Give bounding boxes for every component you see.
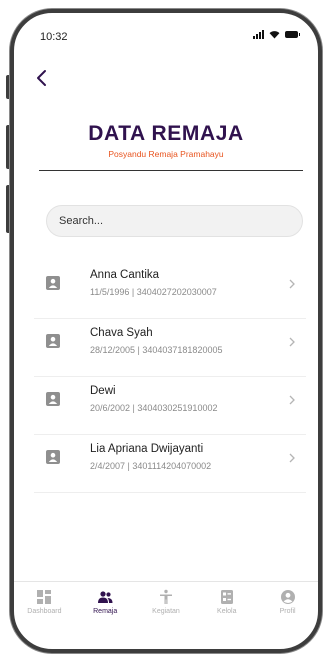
back-arrow-icon[interactable] (34, 68, 50, 88)
contact-card-icon (46, 334, 60, 348)
nav-item-profil[interactable]: Profil (257, 582, 318, 621)
remaja-name: Dewi (90, 385, 116, 397)
signal-icon (253, 30, 264, 39)
battery-icon (285, 31, 300, 38)
status-bar: 10:32 (14, 13, 318, 53)
profile-icon (280, 590, 295, 604)
list-item[interactable]: Lia Apriana Dwijayanti 2/4/2007 | 340111… (34, 435, 306, 493)
list-item[interactable]: Chava Syah 28/12/2005 | 3404037181820005 (34, 319, 306, 377)
person-activity-icon (159, 589, 172, 604)
nav-label: Remaja (93, 608, 118, 615)
wifi-icon (269, 31, 280, 39)
contact-card-icon (46, 276, 60, 290)
page-title: DATA REMAJA (88, 122, 244, 145)
title-divider (39, 170, 303, 171)
nav-item-kelola[interactable]: Kelola (196, 582, 257, 621)
remaja-meta: 20/6/2002 | 3404030251910002 (90, 403, 218, 413)
remaja-list: Anna Cantika 11/5/1996 | 340402720203000… (34, 261, 306, 493)
remaja-name: Anna Cantika (90, 269, 160, 281)
nav-label: Kelola (217, 608, 237, 615)
nav-item-remaja[interactable]: Remaja (75, 582, 136, 621)
remaja-name: Lia Apriana Dwijayanti (90, 443, 204, 455)
nav-label: Kegiatan (152, 608, 180, 615)
remaja-meta: 2/4/2007 | 3401114204070002 (90, 461, 212, 471)
contact-card-icon (46, 392, 60, 406)
chevron-right-icon (289, 453, 295, 463)
status-icons (253, 30, 300, 39)
dashboard-icon (37, 590, 52, 604)
remaja-meta: 11/5/1996 | 3404027202030007 (90, 287, 217, 297)
contact-card-icon (46, 450, 60, 464)
list-item[interactable]: Anna Cantika 11/5/1996 | 340402720203000… (34, 261, 306, 319)
search-input[interactable]: Search... (46, 205, 303, 237)
page-subtitle: Posyandu Remaja Pramahayu (108, 149, 224, 159)
chevron-right-icon (289, 395, 295, 405)
chevron-right-icon (289, 279, 295, 289)
list-item[interactable]: Dewi 20/6/2002 | 3404030251910002 (34, 377, 306, 435)
manage-icon (220, 590, 233, 604)
header: DATA REMAJA Posyandu Remaja Pramahayu (14, 121, 318, 159)
status-time: 10:32 (40, 31, 68, 43)
nav-item-kegiatan[interactable]: Kegiatan (136, 582, 197, 621)
nav-label: Profil (279, 608, 296, 615)
bottom-nav: Dashboard Remaja Kegiatan Kelola Profil (14, 581, 318, 621)
chevron-right-icon (289, 337, 295, 347)
remaja-meta: 28/12/2005 | 3404037181820005 (90, 345, 223, 355)
nav-item-dashboard[interactable]: Dashboard (14, 582, 75, 621)
nav-label: Dashboard (27, 608, 62, 615)
remaja-name: Chava Syah (90, 327, 153, 339)
phone-frame: 10:32 DATA REMAJA Posyandu Remaja Pramah… (10, 9, 322, 653)
users-icon (98, 591, 113, 603)
